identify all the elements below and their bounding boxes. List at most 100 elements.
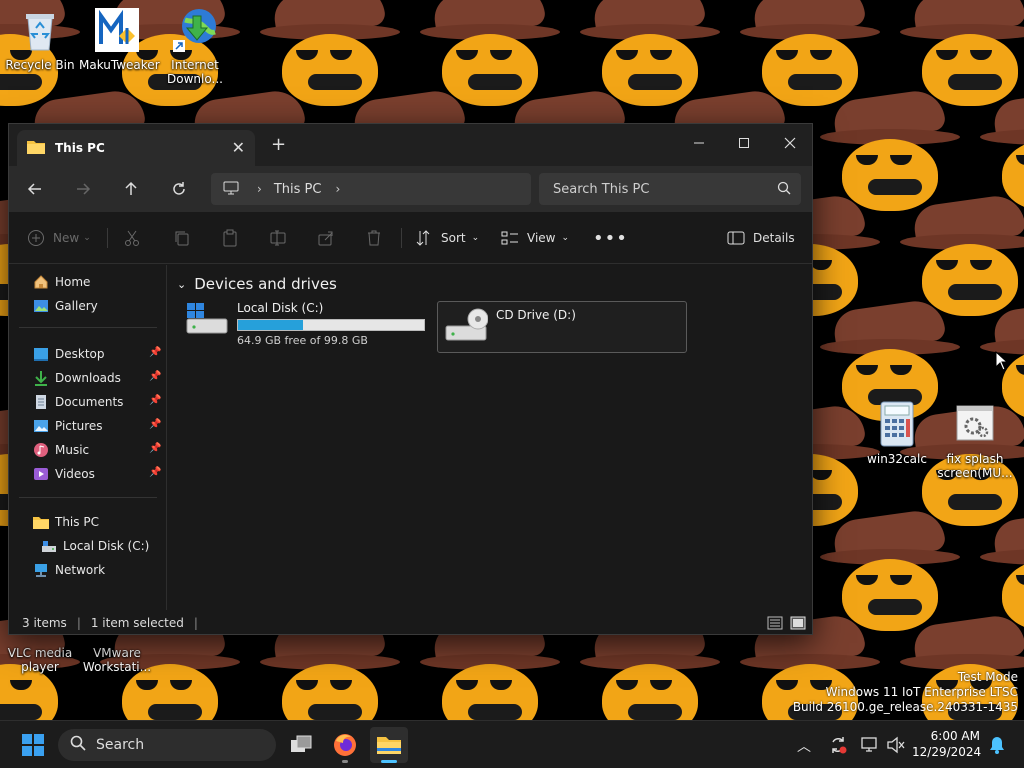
content-area[interactable]: ⌄ Devices and drives Local Disk (C:) 64.…: [169, 265, 812, 610]
maximize-button[interactable]: [721, 128, 767, 158]
windows-logo-icon: [22, 734, 44, 756]
wallpaper-duck: [580, 612, 720, 720]
gallery-icon: [33, 298, 49, 314]
chevron-down-icon: ⌄: [471, 233, 480, 243]
cut-button[interactable]: [123, 223, 141, 253]
more-options-button[interactable]: •••: [593, 223, 628, 253]
new-button[interactable]: New ⌄: [27, 223, 91, 253]
sync-alert-icon: [832, 737, 847, 754]
group-header-devices[interactable]: ⌄ Devices and drives: [177, 275, 337, 293]
nav-item-this-pc[interactable]: This PC: [33, 511, 99, 533]
nav-item-videos[interactable]: Videos: [33, 463, 95, 485]
forward-button[interactable]: [67, 174, 99, 204]
refresh-button[interactable]: [163, 174, 195, 204]
search-icon: [70, 735, 86, 755]
command-divider: [107, 228, 108, 248]
chevron-right-icon[interactable]: ›: [257, 182, 262, 196]
video-icon: [33, 466, 49, 482]
desktop-icon-label: MakuTweaker: [79, 58, 160, 72]
minimize-button[interactable]: [676, 128, 722, 158]
notifications-button[interactable]: [988, 735, 1006, 758]
copy-button[interactable]: [173, 223, 191, 253]
taskbar: Search ︿ 6:00 AM 12/29/2024: [0, 720, 1024, 768]
drive-tile-cd-drive-d[interactable]: CD Drive (D:): [437, 301, 687, 353]
start-button[interactable]: [14, 727, 52, 763]
nav-label: Documents: [55, 395, 124, 409]
chevron-up-icon: ︿: [797, 739, 811, 755]
task-view-button[interactable]: [282, 727, 320, 763]
new-tab-button[interactable]: +: [271, 134, 286, 155]
close-window-button[interactable]: [767, 128, 813, 158]
file-explorer-window[interactable]: This PC ✕ + › This PC › Search This PC N…: [8, 123, 813, 635]
refresh-icon: [173, 182, 185, 195]
back-button[interactable]: [19, 174, 51, 204]
bell-icon: [990, 737, 1004, 754]
arrow-up-icon: [125, 181, 137, 195]
drive-tile-local-disk-c[interactable]: Local Disk (C:) 64.9 GB free of 99.8 GB: [185, 301, 435, 353]
show-hidden-icons-button[interactable]: ︿: [797, 736, 811, 756]
pin-icon[interactable]: 📌: [149, 347, 161, 358]
desktop-icon-label: fix splash screen(MU...: [937, 452, 1013, 480]
desktop-icon-win32calc[interactable]: win32calc: [859, 400, 935, 466]
search-input[interactable]: Search This PC: [539, 173, 801, 205]
tab-close-button[interactable]: ✕: [232, 138, 245, 157]
taskbar-search[interactable]: Search: [58, 729, 276, 761]
nav-item-home[interactable]: Home: [33, 271, 90, 293]
nav-label: Network: [55, 563, 106, 577]
details-button[interactable]: Details: [727, 223, 795, 253]
nav-item-gallery[interactable]: Gallery: [33, 295, 98, 317]
taskbar-clock[interactable]: 6:00 AM 12/29/2024: [912, 728, 981, 760]
windows-drive-icon: [185, 301, 229, 340]
pin-icon[interactable]: 📌: [149, 371, 161, 382]
file-explorer-icon: [377, 737, 401, 754]
volume-muted-icon: [887, 736, 905, 754]
share-button[interactable]: [317, 223, 335, 253]
this-pc-icon: [33, 514, 49, 530]
desktop-icon-makutweaker[interactable]: MakuTweaker: [79, 6, 160, 72]
desktop-icon-label: VMware Workstati...: [82, 646, 152, 674]
pin-icon[interactable]: 📌: [149, 419, 161, 430]
taskbar-file-explorer[interactable]: [370, 727, 408, 763]
desktop-icon-internet-download[interactable]: Internet Downlo...: [157, 6, 233, 86]
tray-sync-icon[interactable]: [828, 735, 848, 758]
details-label: Details: [753, 231, 795, 245]
sort-button[interactable]: Sort ⌄: [415, 223, 479, 253]
chevron-right-icon[interactable]: ›: [335, 182, 340, 196]
tray-volume-button[interactable]: [886, 735, 906, 758]
desktop-icon-vmware[interactable]: VMware Workstati...: [79, 646, 155, 674]
nav-divider: [19, 327, 157, 328]
desktop-icon-fix-splash-screen[interactable]: fix splash screen(MU...: [937, 400, 1013, 480]
paste-button[interactable]: [221, 223, 239, 253]
title-bar[interactable]: This PC ✕ +: [9, 124, 812, 166]
wallpaper-duck: [420, 612, 560, 720]
up-button[interactable]: [115, 174, 147, 204]
rename-button[interactable]: [269, 223, 287, 253]
tray-network-button[interactable]: [860, 735, 880, 758]
desktop-icon-label: Internet Downlo...: [167, 58, 223, 86]
tiles-view-toggle[interactable]: [790, 615, 806, 634]
pin-icon[interactable]: 📌: [149, 443, 161, 454]
monitor-icon: [223, 181, 239, 198]
taskbar-firefox[interactable]: [326, 727, 364, 763]
status-divider: |: [193, 616, 198, 630]
delete-button[interactable]: [365, 223, 383, 253]
view-button[interactable]: View ⌄: [501, 223, 569, 253]
nav-item-downloads[interactable]: Downloads: [33, 367, 121, 389]
address-segment-this-pc[interactable]: This PC: [274, 182, 322, 197]
nav-item-documents[interactable]: Documents: [33, 391, 123, 413]
nav-item-local-disk[interactable]: Local Disk (C:): [41, 535, 149, 557]
desktop-icon-recycle-bin[interactable]: Recycle Bin: [2, 6, 78, 72]
address-bar[interactable]: › This PC ›: [211, 173, 531, 205]
nav-item-desktop[interactable]: Desktop: [33, 343, 105, 365]
nav-item-music[interactable]: Music: [33, 439, 89, 461]
tab-this-pc[interactable]: This PC ✕: [17, 130, 255, 166]
drive-name: CD Drive (D:): [496, 308, 576, 322]
desktop-icon-vlc[interactable]: VLC media player: [2, 646, 78, 674]
pin-icon[interactable]: 📌: [149, 467, 161, 478]
details-view-toggle[interactable]: [767, 615, 783, 634]
nav-label: This PC: [55, 515, 99, 529]
nav-item-network[interactable]: Network: [33, 559, 105, 581]
nav-item-pictures[interactable]: Pictures: [33, 415, 103, 437]
nav-label: Desktop: [55, 347, 105, 361]
pin-icon[interactable]: 📌: [149, 395, 161, 406]
